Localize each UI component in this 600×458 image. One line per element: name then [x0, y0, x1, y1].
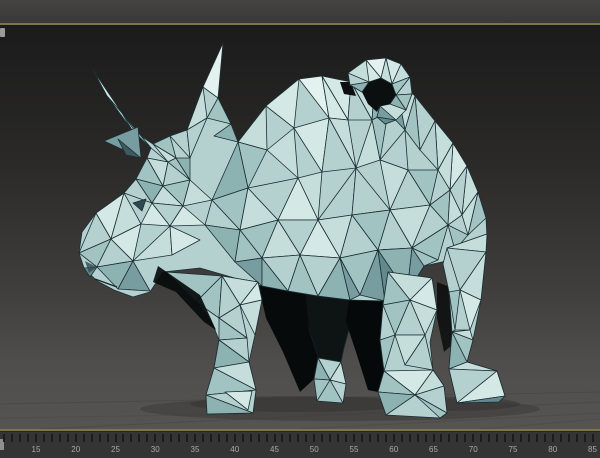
timeline-tick — [67, 434, 69, 442]
timeline-tick — [337, 434, 339, 442]
timeline-tick — [297, 434, 299, 442]
timeline-tick — [11, 434, 13, 442]
timeline-tick — [552, 434, 554, 442]
timeline-tick — [488, 434, 490, 442]
timeline-tick — [576, 434, 578, 442]
timeline-frame-label: 85 — [581, 445, 600, 455]
timeline-tick — [226, 434, 228, 442]
timeline-tick — [51, 434, 53, 442]
timeline-tick — [75, 434, 77, 442]
timeline-tick — [520, 434, 522, 442]
timeline-tick — [393, 434, 395, 442]
timeline-tick — [512, 434, 514, 442]
timeline-tick — [59, 434, 61, 442]
timeline-tick — [242, 434, 244, 442]
timeline-tick — [170, 434, 172, 442]
timeline-tick — [91, 434, 93, 442]
timeline-frame-label: 30 — [143, 445, 167, 455]
timeline-tick — [202, 434, 204, 442]
timeline-tick — [35, 434, 37, 442]
timeline-tick — [234, 434, 236, 442]
timeline-tick — [138, 434, 140, 442]
timeline-frame-label: 40 — [223, 445, 247, 455]
timeline-tick — [115, 434, 117, 442]
timeline-tick — [266, 434, 268, 442]
timeline-frame-label: 20 — [64, 445, 88, 455]
timeline-frame-label: 35 — [183, 445, 207, 455]
timeline-tick — [19, 434, 21, 442]
timeline-frame-label: 65 — [422, 445, 446, 455]
bull-far-front-hoof — [314, 358, 346, 403]
timeline-tick — [146, 434, 148, 442]
timeline-tick — [448, 434, 450, 442]
timeline-tick — [592, 434, 594, 442]
timeline-tick — [258, 434, 260, 442]
timeline-tick — [433, 434, 435, 442]
timeline-tick — [154, 434, 156, 442]
timeline-tick — [43, 434, 45, 442]
timeline-tick — [107, 434, 109, 442]
timeline-tick — [361, 434, 363, 442]
timeline-tick — [353, 434, 355, 442]
timeline-frame-label: 15 — [24, 445, 48, 455]
timeline-tick — [560, 434, 562, 442]
timeline-tick — [480, 434, 482, 442]
timeline-ruler[interactable]: 15 20 25 30 35 40 45 50 55 60 65 70 75 80 85 — [0, 431, 600, 458]
timeline-tick — [369, 434, 371, 442]
timeline-frame-label: 75 — [501, 445, 525, 455]
viewport-left-handle[interactable] — [0, 28, 5, 37]
top-toolbar — [0, 0, 600, 23]
timeline-tick — [377, 434, 379, 442]
timeline-tick — [440, 434, 442, 442]
timeline-tick — [3, 434, 5, 442]
timeline-tick — [409, 434, 411, 442]
timeline-frame-label: 50 — [302, 445, 326, 455]
timeline-tick — [250, 434, 252, 442]
timeline-tick — [289, 434, 291, 442]
timeline-frame-label: 55 — [342, 445, 366, 455]
timeline-tick — [305, 434, 307, 442]
timeline-tick — [504, 434, 506, 442]
timeline-tick — [425, 434, 427, 442]
timeline-frame-label: 60 — [382, 445, 406, 455]
timeline-tick — [122, 434, 124, 442]
timeline-tick — [313, 434, 315, 442]
timeline-tick — [99, 434, 101, 442]
timeline-tick — [401, 434, 403, 442]
timeline-tick — [385, 434, 387, 442]
timeline-tick — [472, 434, 474, 442]
timeline-tick — [274, 434, 276, 442]
timeline-tick — [345, 434, 347, 442]
timeline-tick — [464, 434, 466, 442]
timeline-tick — [584, 434, 586, 442]
timeline-tick — [536, 434, 538, 442]
viewport-canvas — [0, 25, 600, 429]
timeline-tick — [496, 434, 498, 442]
timeline-tick — [178, 434, 180, 442]
timeline-tick — [83, 434, 85, 442]
timeline-tick — [456, 434, 458, 442]
timeline-tick — [130, 434, 132, 442]
timeline-frame-label: 25 — [104, 445, 128, 455]
timeline-tick — [194, 434, 196, 442]
timeline-tick — [568, 434, 570, 442]
timeline-tick — [27, 434, 29, 442]
timeline-tick — [417, 434, 419, 442]
timeline-tick — [162, 434, 164, 442]
timeline-tick — [544, 434, 546, 442]
timeline-tick — [210, 434, 212, 442]
timeline-frame-label: 45 — [263, 445, 287, 455]
timeline-tick — [281, 434, 283, 442]
3d-viewport[interactable] — [0, 25, 600, 429]
timeline-tick — [528, 434, 530, 442]
timeline-tick — [329, 434, 331, 442]
timeline-tick — [321, 434, 323, 442]
timeline-frame-label: 80 — [541, 445, 565, 455]
timeline-tick — [218, 434, 220, 442]
timeline-tick — [186, 434, 188, 442]
timeline-frame-label: 70 — [461, 445, 485, 455]
